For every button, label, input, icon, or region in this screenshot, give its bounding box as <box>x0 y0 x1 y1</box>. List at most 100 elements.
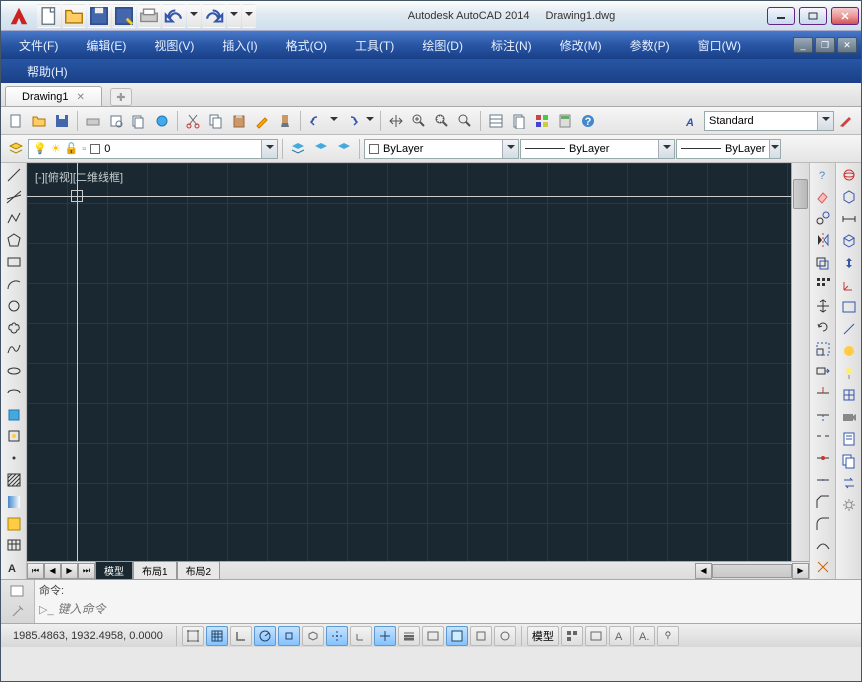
layout-prev-icon[interactable]: ◀ <box>44 563 61 579</box>
gear-icon[interactable] <box>838 494 860 516</box>
mtext-icon[interactable]: A <box>3 556 25 578</box>
quickview-icon[interactable] <box>585 626 607 646</box>
qat-customize-dropdown[interactable] <box>242 4 256 28</box>
layer-combo[interactable]: 💡 ☀ 🔓 ▫ 0 <box>28 139 278 159</box>
zoom-prev-icon[interactable] <box>454 110 476 132</box>
qat-redo-icon[interactable] <box>202 4 226 28</box>
mdi-minimize[interactable]: _ <box>793 37 813 53</box>
scale-icon[interactable] <box>812 338 834 360</box>
properties-icon[interactable] <box>485 110 507 132</box>
vscroll-thumb[interactable] <box>793 179 808 209</box>
mdi-close[interactable]: ✕ <box>837 37 857 53</box>
blend-icon[interactable] <box>812 535 834 557</box>
break-point-icon[interactable] <box>812 447 834 469</box>
hatch-icon[interactable] <box>3 469 25 491</box>
menu-file[interactable]: 文件(F) <box>5 33 72 58</box>
osnap-mode-icon[interactable] <box>278 626 300 646</box>
linetype-dropdown-icon[interactable] <box>658 140 674 158</box>
layout-first-icon[interactable]: ⏮ <box>27 563 44 579</box>
publish-icon[interactable] <box>128 110 150 132</box>
viewcube-icon[interactable] <box>838 384 860 406</box>
ellipse-icon[interactable] <box>3 360 25 382</box>
qat-plot-icon[interactable] <box>137 4 161 28</box>
layerprops-icon[interactable] <box>287 138 309 160</box>
array-icon[interactable] <box>812 273 834 295</box>
layeriso-icon[interactable] <box>333 138 355 160</box>
spline-icon[interactable] <box>3 338 25 360</box>
camera-icon[interactable] <box>838 406 860 428</box>
linetype-combo[interactable]: ByLayer <box>520 139 675 159</box>
lineweight-dropdown-icon[interactable] <box>769 140 780 158</box>
polygon-icon[interactable] <box>3 229 25 251</box>
menu-dim[interactable]: 标注(N) <box>477 33 546 58</box>
layout-tab-1[interactable]: 布局1 <box>133 561 177 580</box>
open-icon[interactable] <box>28 110 50 132</box>
chamfer-icon[interactable] <box>812 491 834 513</box>
textstyle-icon[interactable]: A <box>681 110 703 132</box>
command-input[interactable] <box>58 602 857 616</box>
hscroll-right-icon[interactable]: ▶ <box>792 563 809 579</box>
annotate-icon[interactable] <box>835 110 857 132</box>
help-icon[interactable]: ? <box>577 110 599 132</box>
3dface-icon[interactable] <box>838 186 860 208</box>
polyline-icon[interactable] <box>3 208 25 230</box>
cut-icon[interactable] <box>182 110 204 132</box>
layout-quick-icon[interactable] <box>561 626 583 646</box>
zoom-window-icon[interactable] <box>431 110 453 132</box>
helptip-icon[interactable]: ? <box>812 164 834 186</box>
polar-mode-icon[interactable] <box>254 626 276 646</box>
qat-open-icon[interactable] <box>62 4 86 28</box>
3dosnap-icon[interactable] <box>302 626 324 646</box>
copysheet-icon[interactable] <box>838 450 860 472</box>
ucs-icon[interactable] <box>838 274 860 296</box>
arc-icon[interactable] <box>3 273 25 295</box>
coordinates[interactable]: 1985.4863, 1932.4958, 0.0000 <box>5 630 171 642</box>
region-icon[interactable] <box>3 513 25 535</box>
toolpalette-icon[interactable] <box>531 110 553 132</box>
offset-icon[interactable] <box>812 251 834 273</box>
am-icon[interactable] <box>494 626 516 646</box>
layout-next-icon[interactable]: ▶ <box>61 563 78 579</box>
redo-dropdown[interactable] <box>364 110 376 132</box>
minimize-button[interactable] <box>767 7 795 25</box>
color-combo[interactable]: ByLayer <box>364 139 519 159</box>
cmd-history-icon[interactable] <box>1 580 33 601</box>
notes-icon[interactable] <box>838 428 860 450</box>
stretch-icon[interactable] <box>812 360 834 382</box>
dyn-mode-icon[interactable] <box>374 626 396 646</box>
point-icon[interactable] <box>3 447 25 469</box>
ducs-icon[interactable] <box>350 626 372 646</box>
viewport-label[interactable]: [-][俯视][二维线框] <box>35 169 123 185</box>
plot-icon[interactable] <box>82 110 104 132</box>
close-button[interactable] <box>831 7 859 25</box>
copy2-icon[interactable] <box>812 208 834 230</box>
render-icon[interactable] <box>838 340 860 362</box>
lineweight-combo[interactable]: ByLayer <box>676 139 781 159</box>
qat-undo-icon[interactable] <box>162 4 186 28</box>
menu-tools[interactable]: 工具(T) <box>341 33 408 58</box>
menu-view[interactable]: 视图(V) <box>140 33 208 58</box>
light-icon[interactable] <box>838 362 860 384</box>
menu-edit[interactable]: 编辑(E) <box>72 33 140 58</box>
qat-redo-dropdown[interactable] <box>227 4 241 28</box>
annoauto-icon[interactable]: ⚲ <box>657 626 679 646</box>
arrow-nav-icon[interactable] <box>838 252 860 274</box>
model-button[interactable]: 模型 <box>527 626 559 646</box>
preview-icon[interactable] <box>105 110 127 132</box>
paste-icon[interactable] <box>228 110 250 132</box>
rotate-icon[interactable] <box>812 317 834 339</box>
layout-tab-2[interactable]: 布局2 <box>177 561 221 580</box>
layout-last-icon[interactable]: ⏭ <box>78 563 95 579</box>
block-icon[interactable] <box>3 426 25 448</box>
annoscale-icon[interactable]: A <box>609 626 631 646</box>
ortho-mode-icon[interactable] <box>230 626 252 646</box>
line-icon[interactable] <box>3 164 25 186</box>
textstyle-dropdown-icon[interactable] <box>817 112 833 130</box>
hscroll-left-icon[interactable]: ◀ <box>695 563 712 579</box>
copy-icon[interactable] <box>205 110 227 132</box>
save-icon[interactable] <box>51 110 73 132</box>
matchprop-icon[interactable] <box>251 110 273 132</box>
explode-icon[interactable] <box>812 556 834 578</box>
trim-icon[interactable] <box>812 382 834 404</box>
menu-draw[interactable]: 绘图(D) <box>408 33 477 58</box>
